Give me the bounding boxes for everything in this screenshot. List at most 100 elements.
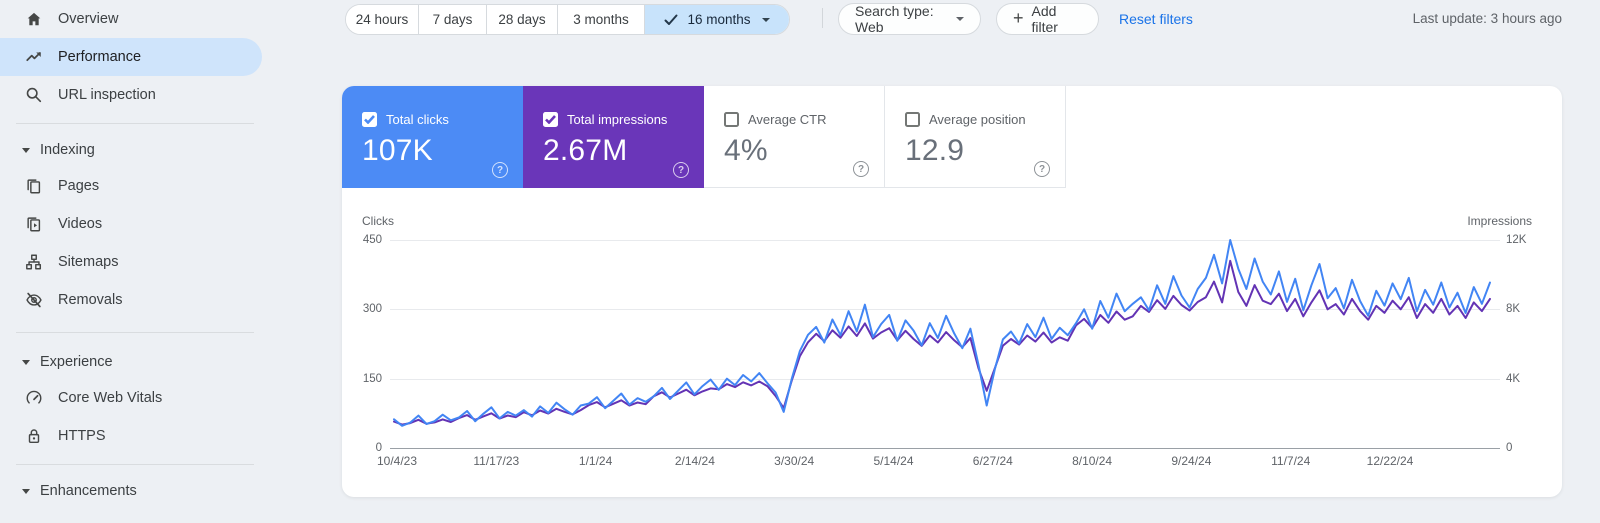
- sidebar-item-core-web-vitals[interactable]: Core Web Vitals: [0, 379, 300, 417]
- range-24-hours-button[interactable]: 24 hours: [346, 5, 418, 34]
- last-update-text: Last update: 3 hours ago: [1413, 11, 1562, 26]
- sidebar-section-experience[interactable]: Experience: [0, 345, 300, 379]
- x-axis-label: 12/22/24: [1347, 454, 1433, 468]
- x-axis-label: 9/24/24: [1148, 454, 1234, 468]
- date-range-segmented-control: 24 hours 7 days 28 days 3 months 16 mont…: [345, 4, 790, 35]
- range-3-months-button[interactable]: 3 months: [557, 5, 644, 34]
- hidden-eye-icon: [24, 290, 44, 310]
- sidebar-divider: [16, 332, 254, 333]
- check-icon: [364, 115, 375, 124]
- average-ctr-checkbox[interactable]: [724, 112, 739, 127]
- pages-icon: [24, 176, 44, 196]
- sidebar-divider: [16, 464, 254, 465]
- x-axis-label: 5/14/24: [851, 454, 937, 468]
- sidebar-section-label: Enhancements: [40, 483, 137, 499]
- metric-cards-row: Total clicks 107K ? Total impressions 2.…: [342, 86, 1562, 188]
- series-line-total-clicks: [394, 240, 1490, 426]
- range-7-days-button[interactable]: 7 days: [418, 5, 486, 34]
- dropdown-caret-icon: [956, 17, 964, 21]
- sidebar-item-removals[interactable]: Removals: [0, 281, 300, 319]
- total-impressions-card[interactable]: Total impressions 2.67M ?: [523, 86, 704, 188]
- reset-filters-link[interactable]: Reset filters: [1119, 11, 1193, 27]
- sidebar-section-label: Experience: [40, 354, 113, 370]
- range-label: 3 months: [573, 12, 629, 27]
- right-axis-title: Impressions: [1432, 214, 1532, 228]
- range-label: 24 hours: [356, 12, 409, 27]
- sidebar-section-enhancements[interactable]: Enhancements: [0, 474, 300, 508]
- performance-chart[interactable]: Clicks Impressions 450 300 150 0 12K 8K …: [342, 188, 1562, 497]
- help-icon[interactable]: ?: [673, 162, 689, 178]
- sidebar-item-sitemaps[interactable]: Sitemaps: [0, 243, 300, 281]
- chevron-down-icon: [22, 489, 30, 494]
- sidebar: Overview Performance URL inspection Inde…: [0, 0, 300, 523]
- lock-icon: [24, 426, 44, 446]
- right-axis-tick: 4K: [1506, 371, 1546, 387]
- toolbar-divider: [822, 8, 823, 28]
- search-type-dropdown[interactable]: Search type: Web: [838, 3, 981, 35]
- range-label: 7 days: [433, 12, 473, 27]
- chevron-down-icon: [22, 360, 30, 365]
- chevron-down-icon: [22, 148, 30, 153]
- average-position-card[interactable]: Average position 12.9 ?: [885, 86, 1066, 188]
- sidebar-item-label: Core Web Vitals: [58, 390, 162, 406]
- sidebar-item-https[interactable]: HTTPS: [0, 417, 300, 455]
- total-impressions-checkbox[interactable]: [543, 112, 558, 127]
- add-filter-label: Add filter: [1032, 3, 1082, 35]
- x-axis-label: 6/27/24: [950, 454, 1036, 468]
- home-icon: [24, 9, 44, 29]
- plus-icon: +: [1013, 9, 1024, 27]
- performance-icon: [24, 47, 44, 67]
- x-axis-label: 11/7/24: [1248, 454, 1334, 468]
- performance-report-panel: Total clicks 107K ? Total impressions 2.…: [342, 86, 1562, 497]
- sidebar-section-label: Indexing: [40, 142, 95, 158]
- check-icon: [545, 115, 556, 124]
- help-icon[interactable]: ?: [1034, 161, 1050, 177]
- left-axis-tick: 150: [342, 371, 382, 387]
- add-filter-button[interactable]: + Add filter: [996, 3, 1099, 35]
- average-ctr-card[interactable]: Average CTR 4% ?: [704, 86, 885, 188]
- chart-lines-canvas[interactable]: [392, 237, 1492, 448]
- total-clicks-card[interactable]: Total clicks 107K ?: [342, 86, 523, 188]
- right-axis-tick: 8K: [1506, 301, 1546, 317]
- metric-label: Total impressions: [567, 112, 667, 127]
- metric-label: Average position: [929, 112, 1026, 127]
- total-clicks-checkbox[interactable]: [362, 112, 377, 127]
- help-icon[interactable]: ?: [853, 161, 869, 177]
- sidebar-item-label: Overview: [58, 11, 118, 27]
- sidebar-item-label: Sitemaps: [58, 254, 118, 270]
- sidebar-item-label: Removals: [58, 292, 122, 308]
- search-icon: [24, 85, 44, 105]
- sitemaps-icon: [24, 252, 44, 272]
- sidebar-item-videos[interactable]: Videos: [0, 205, 300, 243]
- right-axis-tick: 12K: [1506, 232, 1546, 248]
- x-axis-baseline: [390, 448, 1500, 449]
- sidebar-section-indexing[interactable]: Indexing: [0, 133, 300, 167]
- sidebar-item-label: Performance: [58, 49, 141, 65]
- search-type-label: Search type: Web: [855, 3, 946, 35]
- x-axis-label: 8/10/24: [1049, 454, 1135, 468]
- metric-label: Total clicks: [386, 112, 449, 127]
- sidebar-item-label: HTTPS: [58, 428, 106, 444]
- range-28-days-button[interactable]: 28 days: [486, 5, 557, 34]
- check-icon: [664, 14, 678, 26]
- sidebar-item-label: Videos: [58, 216, 102, 232]
- search-console-performance-page: { "sidebar": { "overview": "Overview", "…: [0, 0, 1600, 523]
- x-axis-label: 3/30/24: [751, 454, 837, 468]
- dropdown-caret-icon: [762, 18, 770, 22]
- sidebar-item-overview[interactable]: Overview: [0, 0, 300, 38]
- help-icon[interactable]: ?: [492, 162, 508, 178]
- left-axis-title: Clicks: [362, 214, 394, 228]
- range-16-months-button[interactable]: 16 months: [644, 5, 789, 34]
- sidebar-item-label: URL inspection: [58, 87, 156, 103]
- left-axis-tick: 300: [342, 301, 382, 317]
- video-pages-icon: [24, 214, 44, 234]
- range-label: 16 months: [687, 12, 750, 27]
- sidebar-item-performance[interactable]: Performance: [0, 38, 262, 76]
- range-label: 28 days: [498, 12, 545, 27]
- x-axis-label: 10/4/23: [354, 454, 440, 468]
- sidebar-item-pages[interactable]: Pages: [0, 167, 300, 205]
- sidebar-item-url-inspection[interactable]: URL inspection: [0, 76, 300, 114]
- series-line-total-impressions: [394, 261, 1490, 425]
- average-position-checkbox[interactable]: [905, 112, 920, 127]
- left-axis-tick: 450: [342, 232, 382, 248]
